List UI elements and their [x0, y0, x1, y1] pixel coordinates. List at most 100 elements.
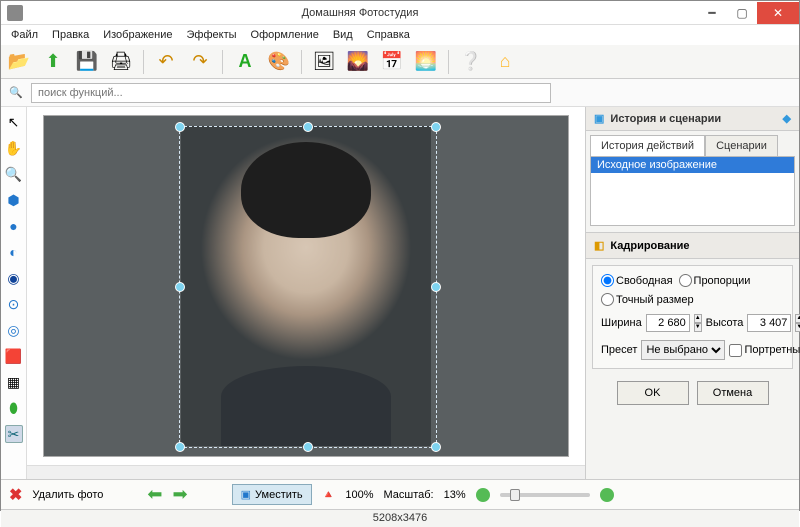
zoom-in-icon[interactable]: [600, 488, 614, 502]
search-input[interactable]: [31, 83, 551, 103]
toolbar-divider: [143, 50, 144, 74]
height-spinner[interactable]: ▲▼: [795, 314, 800, 332]
menu-design[interactable]: Оформление: [245, 27, 325, 43]
next-arrow-icon[interactable]: ➡: [173, 484, 188, 505]
height-label: Высота: [706, 317, 744, 329]
height-input[interactable]: [747, 314, 791, 332]
canvas-area[interactable]: [27, 107, 585, 465]
close-button[interactable]: ✕: [757, 2, 799, 24]
menubar: Файл Правка Изображение Эффекты Оформлен…: [1, 25, 799, 45]
app-icon: [7, 5, 23, 21]
search-row: 🔍: [1, 79, 799, 107]
search-icon[interactable]: 🔍: [7, 84, 25, 102]
minimize-button[interactable]: ━: [697, 2, 727, 24]
zoom100-label[interactable]: 100%: [345, 489, 373, 501]
crop-section-icon: ◧: [594, 239, 604, 252]
width-label: Ширина: [601, 317, 642, 329]
prev-arrow-icon[interactable]: ⬅: [147, 484, 162, 505]
export-icon[interactable]: ⬆: [41, 50, 65, 74]
redo-icon[interactable]: ↷: [188, 50, 212, 74]
clone-icon[interactable]: ⊙: [5, 295, 23, 313]
toolbar-divider: [301, 50, 302, 74]
stamp-icon[interactable]: ⬮: [5, 399, 23, 417]
pointer-icon[interactable]: ↖: [5, 113, 23, 131]
toolbar-divider: [448, 50, 449, 74]
radio-free[interactable]: Свободная: [601, 274, 673, 287]
menu-image[interactable]: Изображение: [97, 27, 178, 43]
history-title: История и сценарии: [610, 113, 721, 125]
collapse-icon[interactable]: ◆: [783, 112, 791, 125]
undo-icon[interactable]: ↶: [154, 50, 178, 74]
width-spinner[interactable]: ▲▼: [694, 314, 702, 332]
statusbar: ✖ Удалить фото ⬅ ➡ ▣Уместить 🔺 100% Масш…: [1, 479, 799, 509]
ok-button[interactable]: OK: [617, 381, 689, 405]
grid-icon[interactable]: ▦: [5, 373, 23, 391]
crop-handle-bl[interactable]: [175, 442, 185, 452]
history-item-original[interactable]: Исходное изображение: [591, 157, 794, 173]
crop-rectangle[interactable]: [179, 126, 437, 448]
crop-handle-br[interactable]: [431, 442, 441, 452]
zoom100-icon[interactable]: 🔺: [322, 488, 336, 501]
tab-scenarios[interactable]: Сценарии: [705, 135, 778, 156]
print-icon[interactable]: 🖨: [109, 50, 133, 74]
zoom-icon[interactable]: 🔍: [5, 165, 23, 183]
left-toolbox: ↖ ✋ 🔍 ⬢ ● ◐ ◉ ⊙ ◎ 🟥 ▦ ⬮ ✂: [1, 107, 27, 479]
main-toolbar: 📂 ⬆ 💾 🖨 ↶ ↷ A 🎨 🖼 🌄 📅 🌅 ❔ ⌂: [1, 45, 799, 79]
scale-label: Масштаб:: [384, 489, 434, 501]
hand-icon[interactable]: ✋: [5, 139, 23, 157]
crop-handle-bc[interactable]: [303, 442, 313, 452]
image2-icon[interactable]: 🌄: [346, 50, 370, 74]
image1-icon[interactable]: 🖼: [312, 50, 336, 74]
swirl-icon[interactable]: ◎: [5, 321, 23, 339]
menu-edit[interactable]: Правка: [46, 27, 95, 43]
crop-section-title: Кадрирование: [610, 240, 689, 252]
crop-tool-icon[interactable]: ✂: [5, 425, 23, 443]
zoom-slider[interactable]: [500, 493, 590, 497]
history-icon: ▣: [594, 112, 604, 125]
radio-proportions[interactable]: Пропорции: [679, 274, 751, 287]
crop-handle-ml[interactable]: [175, 282, 185, 292]
brush-icon[interactable]: ●: [5, 217, 23, 235]
horizontal-scrollbar[interactable]: [27, 465, 585, 479]
menu-effects[interactable]: Эффекты: [181, 27, 243, 43]
portrait-checkbox[interactable]: Портретные: [729, 344, 800, 357]
delete-icon[interactable]: ✖: [9, 485, 22, 505]
zoom-out-icon[interactable]: [476, 488, 490, 502]
blur-icon[interactable]: ◐: [5, 243, 23, 261]
crop-handle-tc[interactable]: [303, 122, 313, 132]
preset-label: Пресет: [601, 344, 637, 356]
tab-history[interactable]: История действий: [590, 135, 705, 156]
scale-value: 13%: [444, 489, 466, 501]
crop-handle-tl[interactable]: [175, 122, 185, 132]
save-icon[interactable]: 💾: [75, 50, 99, 74]
drop-icon[interactable]: ⬢: [5, 191, 23, 209]
crop-handle-tr[interactable]: [431, 122, 441, 132]
delete-label[interactable]: Удалить фото: [32, 489, 103, 501]
maximize-button[interactable]: ▢: [727, 2, 757, 24]
menu-view[interactable]: Вид: [327, 27, 359, 43]
cancel-button[interactable]: Отмена: [697, 381, 769, 405]
toolbar-divider: [222, 50, 223, 74]
help-icon[interactable]: ❔: [459, 50, 483, 74]
canvas-background: [43, 115, 569, 457]
color-bars-icon[interactable]: 🟥: [5, 347, 23, 365]
home-icon[interactable]: ⌂: [493, 50, 517, 74]
menu-help[interactable]: Справка: [361, 27, 416, 43]
collage-icon[interactable]: 🌅: [414, 50, 438, 74]
window-title: Домашняя Фотостудия: [23, 7, 697, 19]
history-list[interactable]: Исходное изображение: [590, 156, 795, 226]
open-icon[interactable]: 📂: [7, 50, 31, 74]
preset-select[interactable]: Не выбрано: [641, 340, 725, 360]
right-panel: ▣ История и сценарии ◆ История действий …: [585, 107, 799, 479]
palette-icon[interactable]: 🎨: [267, 50, 291, 74]
fit-button[interactable]: ▣Уместить: [232, 484, 312, 505]
text-icon[interactable]: A: [233, 50, 257, 74]
eye-icon[interactable]: ◉: [5, 269, 23, 287]
menu-file[interactable]: Файл: [5, 27, 44, 43]
titlebar: Домашняя Фотостудия ━ ▢ ✕: [1, 1, 799, 25]
width-input[interactable]: [646, 314, 690, 332]
zoom-slider-knob[interactable]: [510, 489, 520, 501]
calendar-icon[interactable]: 📅: [380, 50, 404, 74]
radio-exact[interactable]: Точный размер: [601, 293, 694, 306]
crop-handle-mr[interactable]: [431, 282, 441, 292]
